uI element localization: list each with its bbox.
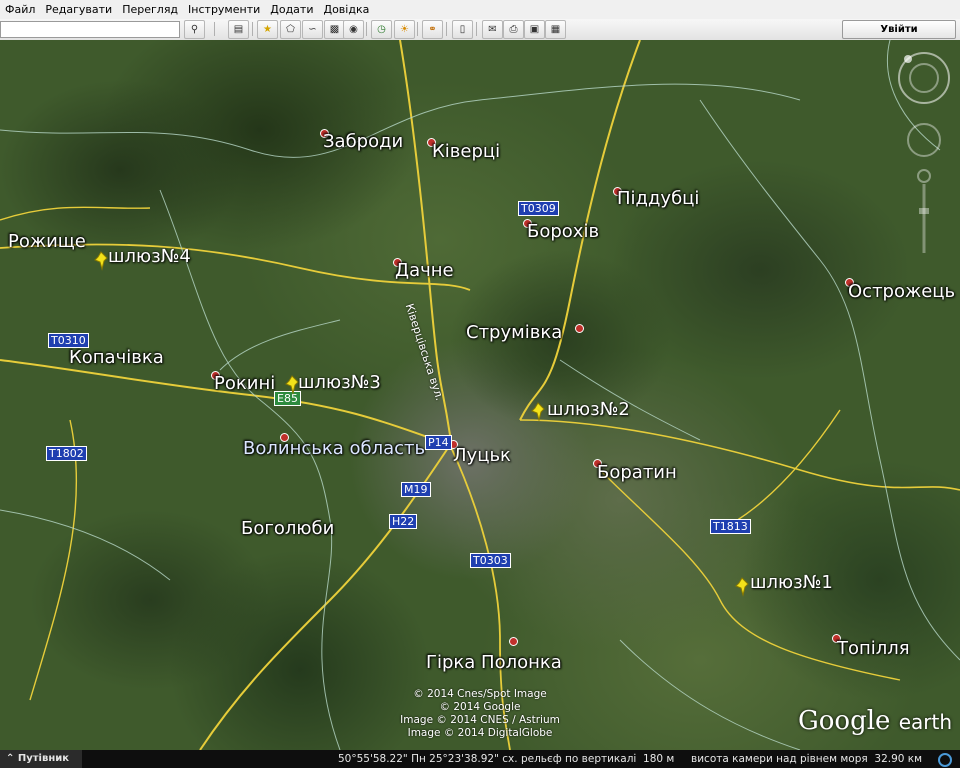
road-shield-t0309: T0309 xyxy=(518,201,559,216)
place-label-strumivka[interactable]: Струмівка xyxy=(466,322,562,343)
road-shield-t1813: T1813 xyxy=(710,519,751,534)
placemark-label-sluice-4[interactable]: шлюз№4 xyxy=(108,246,191,267)
place-label-kivertsi[interactable]: Ківерці xyxy=(432,141,500,162)
logo-google: Google xyxy=(798,706,891,736)
compass-icon xyxy=(898,52,950,104)
toolbar-separator xyxy=(417,22,418,36)
placemark-label-sluice-2[interactable]: шлюз№2 xyxy=(547,399,630,420)
tour-guide-label: Путівник xyxy=(17,753,70,764)
place-label-piddubtsi[interactable]: Піддубці xyxy=(617,188,699,209)
logo-earth: earth xyxy=(898,710,952,734)
menu-bar: Файл Редагувати Перегляд Інструменти Дод… xyxy=(0,0,960,19)
boundary-line xyxy=(159,189,341,750)
menu-edit[interactable]: Редагувати xyxy=(40,0,117,19)
tour-guide-toggle[interactable]: ⌃ Путівник xyxy=(0,750,82,768)
boundary-line xyxy=(219,319,341,371)
road-shield-t0310: T0310 xyxy=(48,333,89,348)
cursor-coordinates: 50°55'58.22" Пн 25°23'38.92" сх. xyxy=(338,753,518,765)
place-label-hirka-polonka[interactable]: Гірка Полонка xyxy=(426,652,562,673)
road-line xyxy=(29,419,78,701)
toolbar-separator xyxy=(366,22,367,36)
toolbar-separator xyxy=(252,22,253,36)
road-line xyxy=(0,206,151,221)
polygon-icon[interactable]: ⬠ xyxy=(280,20,301,39)
place-label-boholiuby[interactable]: Боголюби xyxy=(241,518,334,539)
road-shield-t0303: T0303 xyxy=(470,553,511,568)
sidebar-icon[interactable]: ▤ xyxy=(228,20,249,39)
road-line xyxy=(719,409,841,531)
status-bar: ⌃ Путівник 50°55'58.22" Пн 25°23'38.92" … xyxy=(0,750,960,768)
road-line xyxy=(519,419,960,491)
pushpin-icon[interactable] xyxy=(733,576,751,598)
print-icon[interactable]: ⎙ xyxy=(503,20,524,39)
placemark-label-sluice-1[interactable]: шлюз№1 xyxy=(750,572,833,593)
zoom-slider-icon xyxy=(917,169,931,253)
copyright-line: © 2014 Cnes/Spot Image xyxy=(413,688,547,700)
pushpin-icon[interactable] xyxy=(529,401,547,423)
place-label-zabrody[interactable]: Заброди xyxy=(323,131,403,152)
place-label-kopachivka[interactable]: Копачівка xyxy=(69,347,164,368)
place-label-ostrozhets[interactable]: Острожець xyxy=(848,281,955,302)
place-label-dachne[interactable]: Дачне xyxy=(395,260,454,281)
place-label-lutsk[interactable]: Луцьк xyxy=(453,445,511,466)
boundary-line xyxy=(619,639,801,750)
placemark-label-sluice-3[interactable]: шлюз№3 xyxy=(298,372,381,393)
road-shield-m19: M19 xyxy=(401,482,431,497)
place-label-borokhiv[interactable]: Борохів xyxy=(527,221,599,242)
historical-imagery-icon[interactable]: ◷ xyxy=(371,20,392,39)
road-shield-h22: H22 xyxy=(389,514,418,529)
look-joystick-icon xyxy=(907,123,941,157)
toolbar-separator xyxy=(446,22,447,36)
email-icon[interactable]: ✉ xyxy=(482,20,503,39)
place-dot[interactable] xyxy=(509,637,518,646)
maps-icon[interactable]: ▦ xyxy=(545,20,566,39)
navigation-controls[interactable] xyxy=(898,48,950,258)
place-dot[interactable] xyxy=(575,324,584,333)
planets-icon[interactable]: ⚭ xyxy=(422,20,443,39)
copyright-line: Image © 2014 DigitalGlobe xyxy=(407,727,553,739)
road-shield-r14: P14 xyxy=(425,435,452,450)
placemark-icon[interactable]: ★ xyxy=(257,20,278,39)
elevation-label: рельєф по вертикалі xyxy=(520,753,637,765)
toolbar: ⚲ ▤ ★ ⬠ ∽ ▩ ◉ ◷ ☀ ⚭ ▯ ✉ ⎙ ▣ ▦ Увійти xyxy=(0,19,960,41)
place-label-volyn-oblast[interactable]: Волинська область xyxy=(243,438,425,459)
map-view[interactable]: Заброди Ківерці Піддубці Борохів Рожище … xyxy=(0,40,960,750)
streaming-status-icon xyxy=(938,753,952,767)
ruler-icon[interactable]: ▯ xyxy=(452,20,473,39)
toolbar-separator xyxy=(476,22,477,36)
tour-icon[interactable]: ◉ xyxy=(343,20,364,39)
coordinates-readout: 50°55'58.22" Пн 25°23'38.92" сх. рельєф … xyxy=(338,750,922,768)
copyright-notice: © 2014 Cnes/Spot Image © 2014 Google Ima… xyxy=(380,688,580,740)
sunlight-icon[interactable]: ☀ xyxy=(394,20,415,39)
sign-in-button[interactable]: Увійти xyxy=(842,20,956,39)
place-label-boratyn[interactable]: Боратин xyxy=(597,462,677,483)
menu-add[interactable]: Додати xyxy=(265,0,318,19)
elevation-value: 180 м xyxy=(643,753,675,765)
path-icon[interactable]: ∽ xyxy=(302,20,323,39)
menu-view[interactable]: Перегляд xyxy=(117,0,183,19)
boundary-line xyxy=(0,509,171,581)
menu-file[interactable]: Файл xyxy=(0,0,40,19)
place-label-rokyni[interactable]: Рокині xyxy=(214,373,275,394)
toolbar-separator xyxy=(214,22,215,36)
search-icon[interactable]: ⚲ xyxy=(184,20,205,39)
google-earth-logo: Google earth xyxy=(798,706,952,736)
overlay-icon[interactable]: ▩ xyxy=(324,20,345,39)
place-label-topillia[interactable]: Топілля xyxy=(837,638,910,659)
chevron-up-icon: ⌃ xyxy=(6,753,15,764)
copyright-line: Image © 2014 CNES / Astrium xyxy=(400,714,560,726)
eye-altitude-value: 32.90 км xyxy=(874,753,923,765)
save-image-icon[interactable]: ▣ xyxy=(524,20,545,39)
copyright-line: © 2014 Google xyxy=(439,701,521,713)
eye-altitude-label: висота камери над рівнем моря xyxy=(691,753,868,765)
menu-help[interactable]: Довідка xyxy=(318,0,374,19)
menu-tools[interactable]: Інструменти xyxy=(183,0,265,19)
road-shield-t1802: T1802 xyxy=(46,446,87,461)
search-input[interactable] xyxy=(0,21,180,38)
place-label-rozhyshche[interactable]: Рожище xyxy=(8,231,86,252)
